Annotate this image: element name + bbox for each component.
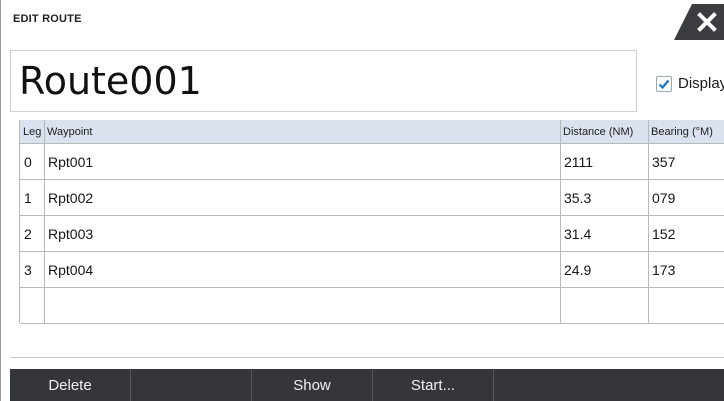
bearing-cell: 079 <box>652 189 676 206</box>
display-label: Display <box>678 75 724 92</box>
column-header-distance: Distance (NM) <box>563 125 634 138</box>
start-button[interactable]: Start... <box>373 369 493 401</box>
distance-cell: 2111 <box>564 153 594 170</box>
divider <box>11 357 724 358</box>
close-button[interactable] <box>674 4 724 40</box>
display-checkbox[interactable] <box>656 75 672 92</box>
waypoint-table: Leg Waypoint Distance (NM) Bearing (°M) … <box>19 120 724 324</box>
leg-cell: 1 <box>24 189 32 206</box>
toolbar-separator <box>493 369 494 401</box>
waypoint-cell: Rpt001 <box>48 153 94 170</box>
waypoint-cell: Rpt004 <box>48 261 94 278</box>
route-name-field[interactable]: Route001 <box>10 50 637 112</box>
bottom-toolbar: Delete Show Start... <box>10 369 724 401</box>
column-divider <box>44 120 45 323</box>
column-header-bearing: Bearing (°M) <box>651 125 713 138</box>
table-row[interactable]: 2 Rpt003 31.4 152 <box>20 216 724 252</box>
table-row[interactable]: 1 Rpt002 35.3 079 <box>20 180 724 216</box>
column-divider <box>648 120 649 323</box>
table-row[interactable]: 3 Rpt004 24.9 173 <box>20 252 724 288</box>
bearing-cell: 357 <box>652 153 676 170</box>
delete-button[interactable]: Delete <box>10 369 130 401</box>
leg-cell: 3 <box>24 261 32 278</box>
distance-cell: 35.3 <box>564 189 592 206</box>
column-header-waypoint: Waypoint <box>47 125 93 138</box>
table-header: Leg Waypoint Distance (NM) Bearing (°M) <box>20 120 724 144</box>
dialog-title: EDIT ROUTE <box>13 13 82 25</box>
waypoint-cell: Rpt003 <box>48 225 94 242</box>
leg-cell: 2 <box>24 225 32 242</box>
edit-route-dialog: EDIT ROUTE Route001 Display Leg Waypoint… <box>0 0 724 401</box>
checkmark-icon <box>658 79 670 89</box>
bearing-cell: 152 <box>652 225 676 242</box>
bearing-cell: 173 <box>652 261 676 278</box>
table-row[interactable]: 0 Rpt001 2111 357 <box>20 144 724 180</box>
display-toggle[interactable]: Display <box>656 75 724 92</box>
empty-table-row[interactable] <box>20 288 724 324</box>
column-divider <box>560 120 561 323</box>
column-header-leg: Leg <box>23 125 42 138</box>
waypoint-cell: Rpt002 <box>48 189 94 206</box>
route-name-value: Route001 <box>19 59 202 103</box>
empty-toolbar-button[interactable] <box>131 369 251 401</box>
close-icon <box>696 12 717 32</box>
show-button[interactable]: Show <box>252 369 372 401</box>
distance-cell: 31.4 <box>564 225 592 242</box>
distance-cell: 24.9 <box>564 261 592 278</box>
leg-cell: 0 <box>24 153 32 170</box>
